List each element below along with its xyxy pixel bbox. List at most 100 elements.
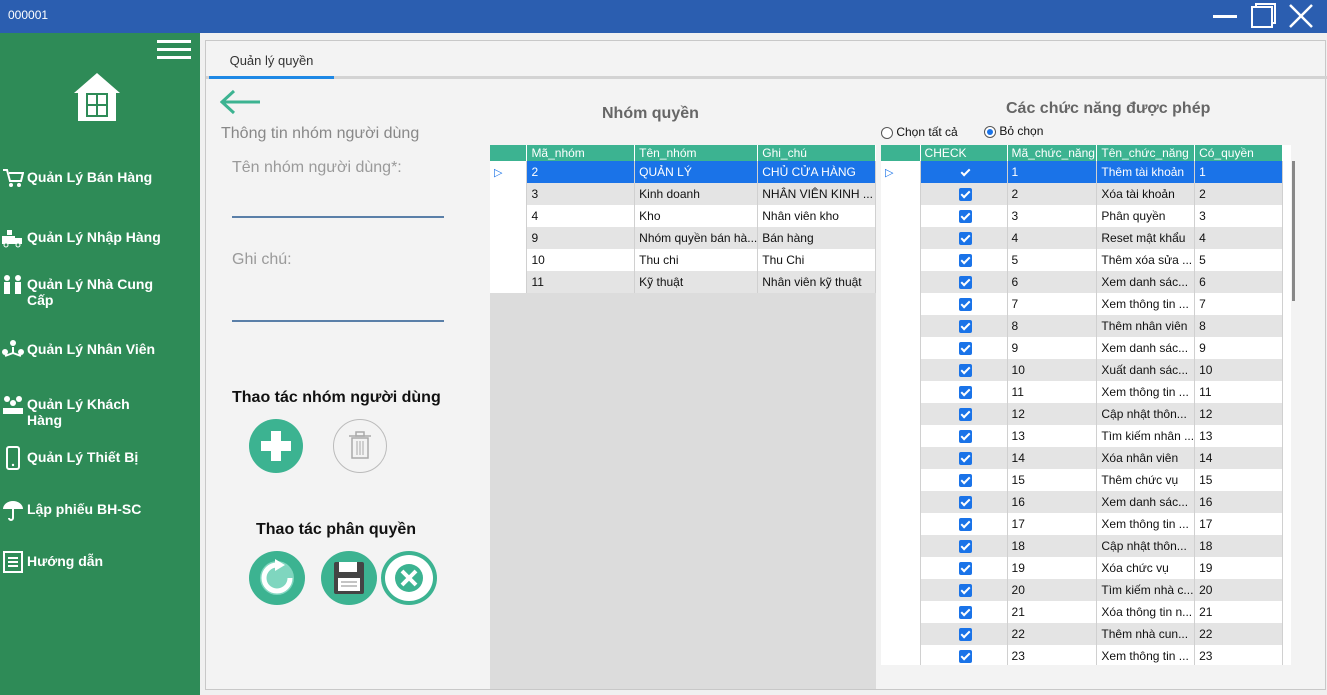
table-cell[interactable]: 23 [1007, 645, 1098, 665]
table-cell[interactable]: Xóa tài khoản [1096, 183, 1196, 205]
table-row[interactable]: 9 Nhóm quyền bán hà... Bán hàng [490, 227, 876, 249]
row-header-cell[interactable] [490, 249, 528, 271]
table-row[interactable]: ▷ 2 QUẢN LÝ CHỦ CỬA HÀNG [490, 161, 876, 183]
table-cell[interactable]: 13 [1007, 425, 1098, 447]
table-row[interactable]: 4 Reset mật khẩu 4 [881, 227, 1283, 249]
table-cell[interactable]: Nhóm quyền bán hà... [634, 227, 759, 249]
row-header-cell[interactable] [881, 337, 921, 359]
check-cell[interactable] [920, 447, 1008, 469]
table-cell[interactable]: 1 [1007, 161, 1098, 183]
table-cell[interactable]: Nhân viên kho [757, 205, 876, 227]
table-cell[interactable]: 4 [1007, 227, 1098, 249]
table-cell[interactable]: 9 [526, 227, 636, 249]
checkbox-checked-icon[interactable] [959, 650, 973, 664]
checkbox-checked-icon[interactable] [959, 188, 973, 202]
table-cell[interactable]: 11 [1194, 381, 1283, 403]
table-cell[interactable]: Tìm kiếm nhân ... [1096, 425, 1196, 447]
cancel-button[interactable] [381, 551, 437, 605]
table-row[interactable]: 10 Xuất danh sác... 10 [881, 359, 1283, 381]
row-header-cell[interactable] [881, 535, 921, 557]
delete-group-button[interactable] [333, 419, 387, 473]
sidebar-item-employees[interactable]: Quản Lý Nhân Viên [0, 338, 200, 362]
table-row[interactable]: 3 Kinh doanh NHÂN VIÊN KINH ... [490, 183, 876, 205]
table-cell[interactable]: 18 [1007, 535, 1098, 557]
table-cell[interactable]: 3 [526, 183, 636, 205]
table-cell[interactable]: 17 [1194, 513, 1283, 535]
table-cell[interactable]: Thêm nhân viên [1096, 315, 1196, 337]
table-cell[interactable]: 22 [1007, 623, 1098, 645]
refresh-button[interactable] [249, 551, 305, 605]
table-cell[interactable]: 15 [1194, 469, 1283, 491]
checkbox-checked-icon[interactable] [959, 496, 973, 510]
check-cell[interactable] [920, 513, 1008, 535]
table-row[interactable]: 6 Xem danh sác... 6 [881, 271, 1283, 293]
table-cell[interactable]: 8 [1194, 315, 1283, 337]
table-cell[interactable]: 13 [1194, 425, 1283, 447]
checkbox-checked-icon[interactable] [959, 166, 973, 180]
table-cell[interactable]: 2 [526, 161, 636, 183]
row-header-cell[interactable] [881, 513, 921, 535]
table-row[interactable]: 11 Kỹ thuật Nhân viên kỹ thuật [490, 271, 876, 293]
table-cell[interactable]: 19 [1007, 557, 1098, 579]
column-header[interactable]: Tên_chức_năng [1096, 145, 1196, 161]
row-header-cell[interactable]: ▷ [490, 161, 528, 183]
table-cell[interactable]: Nhân viên kỹ thuật [757, 271, 876, 293]
check-cell[interactable] [920, 359, 1008, 381]
table-cell[interactable]: QUẢN LÝ [634, 161, 759, 183]
table-cell[interactable]: Thêm xóa sửa ... [1096, 249, 1196, 271]
table-cell[interactable]: 12 [1007, 403, 1098, 425]
minimize-icon[interactable] [1210, 2, 1240, 30]
table-cell[interactable]: 15 [1007, 469, 1098, 491]
table-cell[interactable]: Xóa chức vụ [1096, 557, 1196, 579]
check-cell[interactable] [920, 601, 1008, 623]
row-header-cell[interactable] [881, 293, 921, 315]
row-header-cell[interactable] [881, 447, 921, 469]
checkbox-checked-icon[interactable] [959, 474, 973, 488]
check-cell[interactable] [920, 403, 1008, 425]
table-row[interactable]: 14 Xóa nhân viên 14 [881, 447, 1283, 469]
table-row[interactable]: 20 Tìm kiếm nhà c... 20 [881, 579, 1283, 601]
table-cell[interactable]: 5 [1007, 249, 1098, 271]
row-header-cell[interactable] [490, 227, 528, 249]
check-cell[interactable] [920, 183, 1008, 205]
check-cell[interactable] [920, 381, 1008, 403]
table-cell[interactable]: Reset mật khẩu [1096, 227, 1196, 249]
close-icon[interactable] [1286, 2, 1316, 30]
checkbox-checked-icon[interactable] [959, 342, 973, 356]
check-cell[interactable] [920, 227, 1008, 249]
checkbox-checked-icon[interactable] [959, 562, 973, 576]
table-row[interactable]: 10 Thu chi Thu Chi [490, 249, 876, 271]
row-header-cell[interactable] [881, 557, 921, 579]
table-cell[interactable]: 2 [1007, 183, 1098, 205]
table-row[interactable]: 11 Xem thông tin ... 11 [881, 381, 1283, 403]
row-header-cell[interactable] [881, 227, 921, 249]
table-cell[interactable]: 20 [1194, 579, 1283, 601]
table-cell[interactable]: 4 [1194, 227, 1283, 249]
row-header-cell[interactable] [881, 359, 921, 381]
table-cell[interactable]: 9 [1007, 337, 1098, 359]
sidebar-item-suppliers[interactable]: Quản Lý Nhà Cung Cấp [0, 273, 200, 308]
table-cell[interactable]: 7 [1007, 293, 1098, 315]
column-header[interactable]: Có_quyền [1194, 145, 1283, 161]
table-cell[interactable]: 1 [1194, 161, 1283, 183]
table-cell[interactable]: 11 [1007, 381, 1098, 403]
row-header-cell[interactable] [881, 425, 921, 447]
checkbox-checked-icon[interactable] [959, 254, 973, 268]
column-header[interactable]: CHECK [920, 145, 1008, 161]
table-cell[interactable]: 6 [1194, 271, 1283, 293]
column-header[interactable]: Tên_nhóm [634, 145, 759, 161]
table-cell[interactable]: 16 [1007, 491, 1098, 513]
row-header-cell[interactable] [881, 579, 921, 601]
table-cell[interactable]: Xem thông tin ... [1096, 513, 1196, 535]
deselect-radio[interactable]: Bỏ chọn [984, 124, 1043, 138]
check-cell[interactable] [920, 535, 1008, 557]
check-cell[interactable] [920, 337, 1008, 359]
check-cell[interactable] [920, 645, 1008, 665]
table-cell[interactable]: 7 [1194, 293, 1283, 315]
check-cell[interactable] [920, 425, 1008, 447]
checkbox-checked-icon[interactable] [959, 320, 973, 334]
checkbox-checked-icon[interactable] [959, 364, 973, 378]
check-cell[interactable] [920, 293, 1008, 315]
functions-scrollbar[interactable] [1292, 161, 1295, 301]
table-cell[interactable]: Xem thông tin ... [1096, 293, 1196, 315]
